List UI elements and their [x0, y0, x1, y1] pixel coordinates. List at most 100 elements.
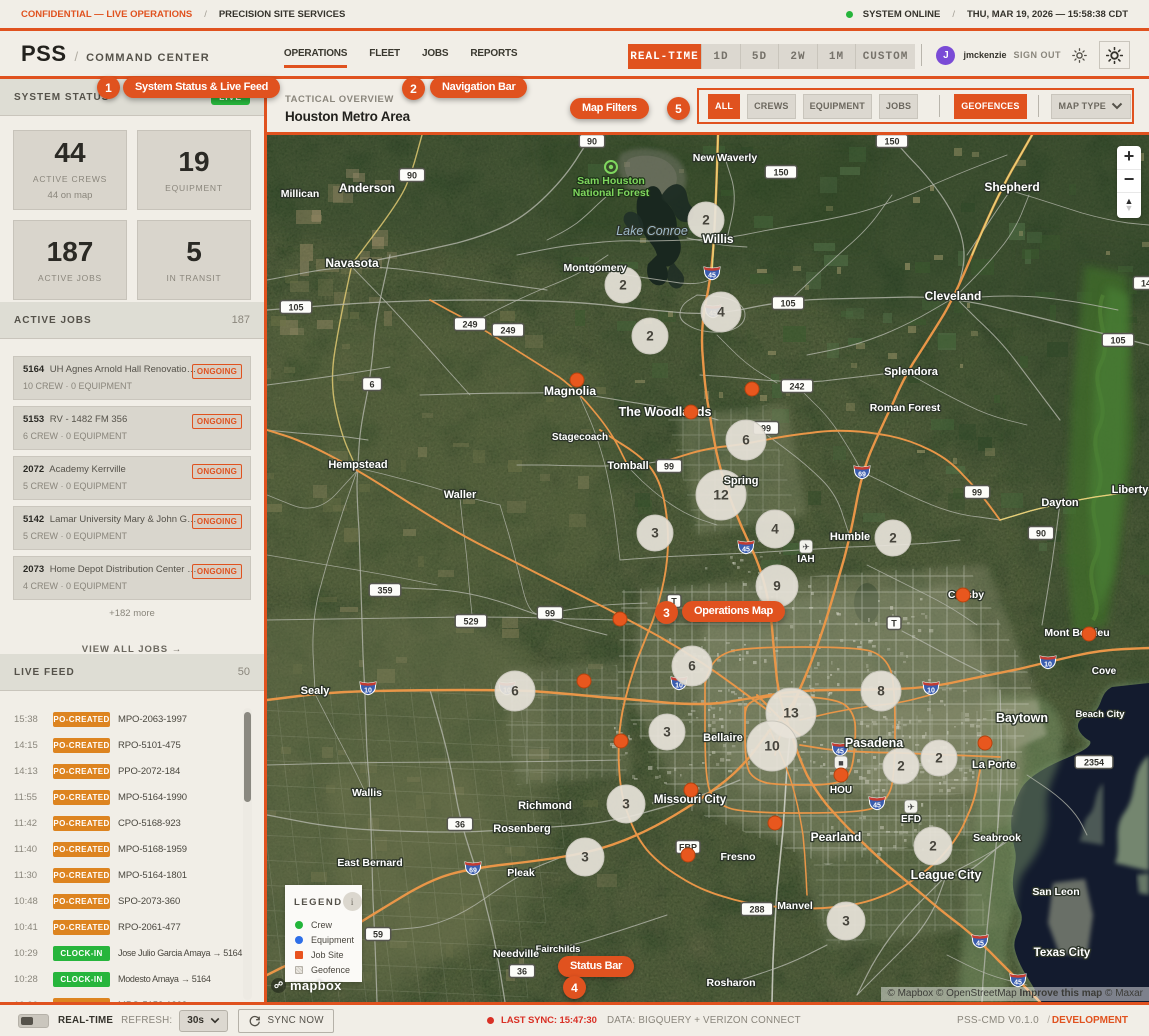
svg-text:14: 14 [1141, 278, 1149, 288]
svg-text:10: 10 [364, 687, 372, 694]
svg-text:105: 105 [288, 302, 303, 312]
svg-text:10: 10 [927, 687, 935, 694]
svg-text:36: 36 [517, 966, 527, 976]
svg-text:6: 6 [688, 659, 696, 674]
svg-text:150: 150 [773, 167, 788, 177]
svg-text:Pleak: Pleak [507, 867, 535, 879]
svg-text:4: 4 [771, 522, 779, 537]
svg-text:2: 2 [929, 839, 937, 854]
svg-text:EFD: EFD [901, 814, 921, 825]
svg-text:Beach City: Beach City [1075, 709, 1125, 720]
svg-text:✈: ✈ [907, 802, 915, 812]
svg-text:Mont Belvieu: Mont Belvieu [1044, 627, 1109, 639]
svg-text:Navasota: Navasota [325, 256, 379, 270]
svg-text:Sealy: Sealy [301, 685, 331, 697]
svg-text:Hempstead: Hempstead [328, 459, 387, 471]
svg-text:59: 59 [373, 929, 383, 939]
svg-text:150: 150 [884, 136, 899, 146]
svg-text:249: 249 [500, 325, 515, 335]
svg-text:45: 45 [1014, 979, 1022, 986]
svg-text:529: 529 [463, 616, 478, 626]
svg-text:36: 36 [455, 819, 465, 829]
svg-text:2: 2 [619, 278, 627, 293]
svg-text:Liberty: Liberty [1112, 484, 1149, 496]
svg-text:288: 288 [749, 904, 764, 914]
svg-text:90: 90 [1036, 528, 1046, 538]
svg-text:Fairchilds: Fairchilds [536, 944, 581, 955]
svg-text:99: 99 [545, 608, 555, 618]
svg-text:Montgomery: Montgomery [564, 262, 627, 274]
svg-text:99: 99 [972, 487, 982, 497]
svg-text:12: 12 [713, 487, 729, 503]
svg-text:6: 6 [511, 684, 519, 699]
svg-text:Seabrook: Seabrook [973, 832, 1021, 844]
svg-text:3: 3 [663, 725, 671, 740]
svg-text:IAH: IAH [797, 554, 814, 565]
svg-text:National Forest: National Forest [573, 187, 650, 199]
svg-text:Baytown: Baytown [996, 711, 1048, 725]
svg-text:242: 242 [789, 381, 804, 391]
svg-text:Lake Conroe: Lake Conroe [616, 224, 688, 238]
svg-text:HOU: HOU [830, 785, 852, 796]
svg-text:Magnolia: Magnolia [544, 384, 596, 398]
svg-text:10: 10 [764, 738, 780, 754]
svg-text:90: 90 [407, 170, 417, 180]
svg-text:Willis: Willis [702, 232, 734, 246]
svg-text:Stagecoach: Stagecoach [552, 432, 608, 443]
svg-text:45: 45 [976, 940, 984, 947]
svg-text:Rosenberg: Rosenberg [493, 823, 550, 835]
svg-text:90: 90 [587, 136, 597, 146]
svg-text:10: 10 [1044, 661, 1052, 668]
svg-text:San Leon: San Leon [1032, 886, 1079, 898]
svg-text:Richmond: Richmond [518, 800, 572, 812]
svg-text:8: 8 [877, 684, 885, 699]
svg-text:Shepherd: Shepherd [984, 180, 1039, 194]
svg-text:Pasadena: Pasadena [845, 736, 904, 750]
svg-text:Manvel: Manvel [777, 900, 813, 912]
svg-text:Cove: Cove [1092, 666, 1117, 677]
svg-text:League City: League City [911, 868, 982, 882]
svg-text:2: 2 [702, 213, 710, 228]
svg-text:45: 45 [836, 748, 844, 755]
svg-text:13: 13 [783, 705, 799, 721]
svg-text:6: 6 [742, 433, 750, 448]
svg-text:9: 9 [773, 579, 781, 594]
svg-text:Splendora: Splendora [884, 366, 939, 378]
svg-text:3: 3 [651, 526, 659, 541]
svg-text:Sam Houston: Sam Houston [577, 175, 645, 187]
svg-text:Roman Forest: Roman Forest [870, 402, 941, 414]
svg-text:La Porte: La Porte [972, 759, 1016, 771]
svg-text:Anderson: Anderson [339, 181, 395, 195]
svg-text:69: 69 [469, 867, 477, 874]
svg-text:2: 2 [897, 759, 905, 774]
svg-text:105: 105 [780, 298, 795, 308]
svg-text:3: 3 [581, 850, 589, 865]
svg-text:Cleveland: Cleveland [925, 289, 982, 303]
svg-text:45: 45 [873, 802, 881, 809]
svg-text:✈: ✈ [802, 542, 810, 552]
svg-text:359: 359 [377, 585, 392, 595]
svg-text:45: 45 [708, 272, 716, 279]
svg-text:Dayton: Dayton [1041, 497, 1079, 509]
svg-text:T: T [891, 618, 897, 628]
svg-text:105: 105 [1110, 335, 1125, 345]
svg-text:Pearland: Pearland [811, 830, 862, 844]
svg-text:6: 6 [369, 379, 374, 389]
svg-text:Rosharon: Rosharon [706, 977, 755, 989]
svg-text:2354: 2354 [1084, 757, 1104, 767]
svg-text:69: 69 [858, 471, 866, 478]
svg-text:Waller: Waller [444, 489, 477, 501]
svg-text:New Waverly: New Waverly [693, 152, 758, 164]
svg-text:3: 3 [622, 797, 630, 812]
svg-text:Wallis: Wallis [352, 787, 382, 799]
svg-text:99: 99 [664, 461, 674, 471]
svg-text:4: 4 [717, 305, 725, 320]
svg-text:249: 249 [462, 319, 477, 329]
svg-text:Humble: Humble [830, 531, 870, 543]
svg-text:Fresno: Fresno [720, 851, 755, 863]
svg-text:3: 3 [842, 914, 850, 929]
svg-text:Texas City: Texas City [1034, 947, 1091, 959]
svg-text:Needville: Needville [493, 948, 539, 960]
svg-text:Tomball: Tomball [607, 460, 648, 472]
svg-text:Millican: Millican [281, 188, 320, 200]
